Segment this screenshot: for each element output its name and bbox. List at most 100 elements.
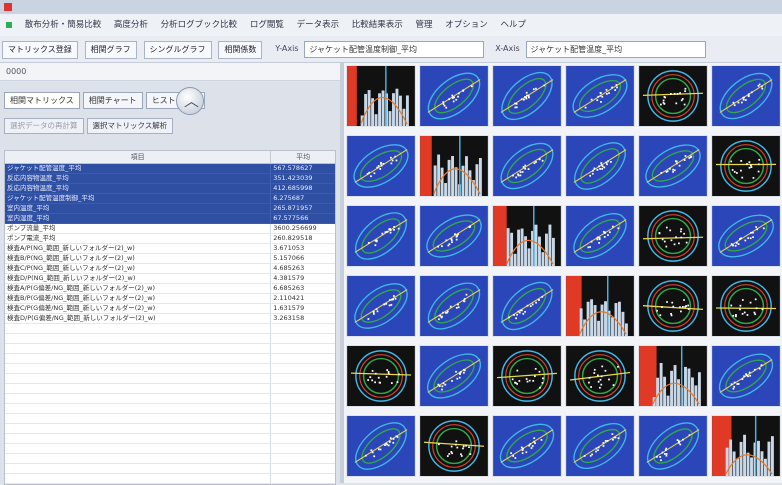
scatter-cell[interactable] bbox=[565, 415, 635, 477]
row-value-cell: 567.578627 bbox=[271, 164, 335, 173]
scatter-cell[interactable] bbox=[346, 415, 416, 477]
tab-correlation-coefficient[interactable]: 相関係数 bbox=[218, 41, 262, 59]
x-axis-label: X-Axis bbox=[495, 41, 519, 57]
row-value-cell: 67.577566 bbox=[271, 214, 335, 223]
scatter-cell-low-correlation[interactable] bbox=[638, 205, 708, 267]
toolbar: マトリックス登録 相関グラフ シングルグラフ 相関係数 Y-Axis ジャケット… bbox=[0, 36, 782, 63]
scatter-cell[interactable] bbox=[711, 205, 781, 267]
table-row[interactable]: ポンプ流量_平均3600.256699 bbox=[5, 224, 335, 234]
row-name-cell: 検査C/P(G偏差/NG_範囲_新しいフォルダー(2)_w) bbox=[5, 304, 271, 313]
scatter-cell[interactable] bbox=[565, 65, 635, 127]
empty-table-row bbox=[5, 454, 335, 464]
x-axis-field[interactable]: ジャケット配管温度_平均 bbox=[526, 41, 706, 58]
scatter-cell[interactable] bbox=[565, 135, 635, 197]
menu-item[interactable]: ログ閲覧 bbox=[250, 20, 284, 30]
scatter-cell[interactable] bbox=[346, 135, 416, 197]
tab-matrix-register[interactable]: マトリックス登録 bbox=[2, 41, 78, 59]
row-value-cell: 1.631579 bbox=[271, 304, 335, 313]
scatter-cell[interactable] bbox=[492, 135, 562, 197]
empty-table-row bbox=[5, 324, 335, 334]
empty-table-row bbox=[5, 344, 335, 354]
scatter-cell-low-correlation[interactable] bbox=[638, 275, 708, 337]
table-row[interactable]: 検査A/P(NG_範囲_新しいフォルダー(2)_w)3.671053 bbox=[5, 244, 335, 254]
table-row[interactable]: 検査B/P(G偏差/NG_範囲_新しいフォルダー(2)_w)2.110421 bbox=[5, 294, 335, 304]
table-row[interactable]: 検査D/P(G偏差/NG_範囲_新しいフォルダー(2)_w)3.263158 bbox=[5, 314, 335, 324]
table-row[interactable]: 検査C/P(G偏差/NG_範囲_新しいフォルダー(2)_w)1.631579 bbox=[5, 304, 335, 314]
scatter-cell-low-correlation[interactable] bbox=[565, 345, 635, 407]
empty-table-row bbox=[5, 364, 335, 374]
variable-table: 項目 平均 ジャケット配管温度_平均567.578627反応内容物温度_平均35… bbox=[4, 150, 336, 485]
scatter-cell[interactable] bbox=[565, 205, 635, 267]
histogram-cell[interactable] bbox=[565, 275, 635, 337]
tab-correlation-matrix[interactable]: 相関マトリックス bbox=[4, 92, 80, 109]
row-name-cell: ジャケット配管温度制御_平均 bbox=[5, 194, 271, 203]
empty-table-row bbox=[5, 404, 335, 414]
table-row[interactable]: 検査D/P(NG_範囲_新しいフォルダー(2)_w)4.381579 bbox=[5, 274, 335, 284]
table-row[interactable]: ポンプ電流_平均260.829518 bbox=[5, 234, 335, 244]
table-row[interactable]: 室内温度_平均265.871957 bbox=[5, 204, 335, 214]
menu-item[interactable]: オプション bbox=[445, 20, 488, 30]
row-value-cell: 351.423039 bbox=[271, 174, 335, 183]
menu-item[interactable]: ヘルプ bbox=[500, 20, 526, 30]
status-subbar: 0000 bbox=[0, 63, 340, 81]
y-axis-label: Y-Axis bbox=[275, 41, 298, 57]
menu-item[interactable]: 管理 bbox=[416, 20, 433, 30]
scatter-cell[interactable] bbox=[711, 345, 781, 407]
menu-item[interactable]: データ表示 bbox=[297, 20, 340, 30]
table-row[interactable]: 検査B/P(NG_範囲_新しいフォルダー(2)_w)5.157066 bbox=[5, 254, 335, 264]
table-header: 項目 平均 bbox=[5, 151, 335, 164]
tab-correlation-chart[interactable]: 相関チャート bbox=[83, 92, 143, 109]
table-row[interactable]: 検査A/P(G偏差/NG_範囲_新しいフォルダー(2)_w)6.685263 bbox=[5, 284, 335, 294]
column-header-mean[interactable]: 平均 bbox=[271, 151, 335, 163]
empty-table-row bbox=[5, 354, 335, 364]
scatter-cell[interactable] bbox=[346, 205, 416, 267]
menu-item[interactable]: 分析ログブック比較 bbox=[161, 20, 238, 30]
row-name-cell: 検査A/P(G偏差/NG_範囲_新しいフォルダー(2)_w) bbox=[5, 284, 271, 293]
scatter-cell-low-correlation[interactable] bbox=[711, 275, 781, 337]
empty-table-row bbox=[5, 334, 335, 344]
column-header-item[interactable]: 項目 bbox=[5, 151, 271, 163]
scatter-cell[interactable] bbox=[419, 275, 489, 337]
scatter-cell[interactable] bbox=[492, 275, 562, 337]
scatter-cell[interactable] bbox=[638, 415, 708, 477]
menu-item[interactable]: 散布分析・簡易比較 bbox=[25, 20, 102, 30]
recalculate-button[interactable]: 選択データの再計算 bbox=[4, 118, 84, 134]
table-row[interactable]: 反応内容物温度_平均351.423039 bbox=[5, 174, 335, 184]
menu-app-icon bbox=[6, 22, 12, 28]
table-row[interactable]: 室内湿度_平均67.577566 bbox=[5, 214, 335, 224]
scatter-cell[interactable] bbox=[711, 65, 781, 127]
collapse-round-button[interactable]: ︿ bbox=[176, 87, 204, 115]
histogram-cell[interactable] bbox=[419, 135, 489, 197]
tab-correlation-graph[interactable]: 相関グラフ bbox=[85, 41, 137, 59]
row-value-cell: 4.685263 bbox=[271, 264, 335, 273]
menu-bar: 散布分析・簡易比較 高度分析 分析ログブック比較 ログ閲覧 データ表示 比較結果… bbox=[0, 14, 782, 36]
histogram-cell[interactable] bbox=[492, 205, 562, 267]
scatter-cell-low-correlation[interactable] bbox=[711, 135, 781, 197]
empty-table-row bbox=[5, 414, 335, 424]
histogram-cell[interactable] bbox=[346, 65, 416, 127]
histogram-cell[interactable] bbox=[711, 415, 781, 477]
table-row[interactable]: ジャケット配管温度_平均567.578627 bbox=[5, 164, 335, 174]
empty-table-row bbox=[5, 434, 335, 444]
scatter-cell-low-correlation[interactable] bbox=[638, 65, 708, 127]
histogram-cell[interactable] bbox=[638, 345, 708, 407]
row-name-cell: ジャケット配管温度_平均 bbox=[5, 164, 271, 173]
scatter-cell[interactable] bbox=[419, 65, 489, 127]
table-row[interactable]: 反応内容物温度_平均412.685998 bbox=[5, 184, 335, 194]
scatter-cell[interactable] bbox=[419, 205, 489, 267]
tab-single-graph[interactable]: シングルグラフ bbox=[144, 41, 212, 59]
scatter-cell-low-correlation[interactable] bbox=[346, 345, 416, 407]
table-row[interactable]: ジャケット配管温度制御_平均6.275687 bbox=[5, 194, 335, 204]
scatter-cell-low-correlation[interactable] bbox=[492, 345, 562, 407]
matrix-analysis-button[interactable]: 選択マトリックス解析 bbox=[87, 118, 174, 134]
scatter-cell[interactable] bbox=[492, 65, 562, 127]
scatter-cell-low-correlation[interactable] bbox=[419, 415, 489, 477]
scatter-cell[interactable] bbox=[419, 345, 489, 407]
y-axis-field[interactable]: ジャケット配管温度制御_平均 bbox=[304, 41, 484, 58]
table-row[interactable]: 検査C/P(NG_範囲_新しいフォルダー(2)_w)4.685263 bbox=[5, 264, 335, 274]
menu-item[interactable]: 高度分析 bbox=[114, 20, 148, 30]
scatter-cell[interactable] bbox=[492, 415, 562, 477]
menu-item[interactable]: 比較結果表示 bbox=[352, 20, 403, 30]
scatter-cell[interactable] bbox=[346, 275, 416, 337]
scatter-cell[interactable] bbox=[638, 135, 708, 197]
